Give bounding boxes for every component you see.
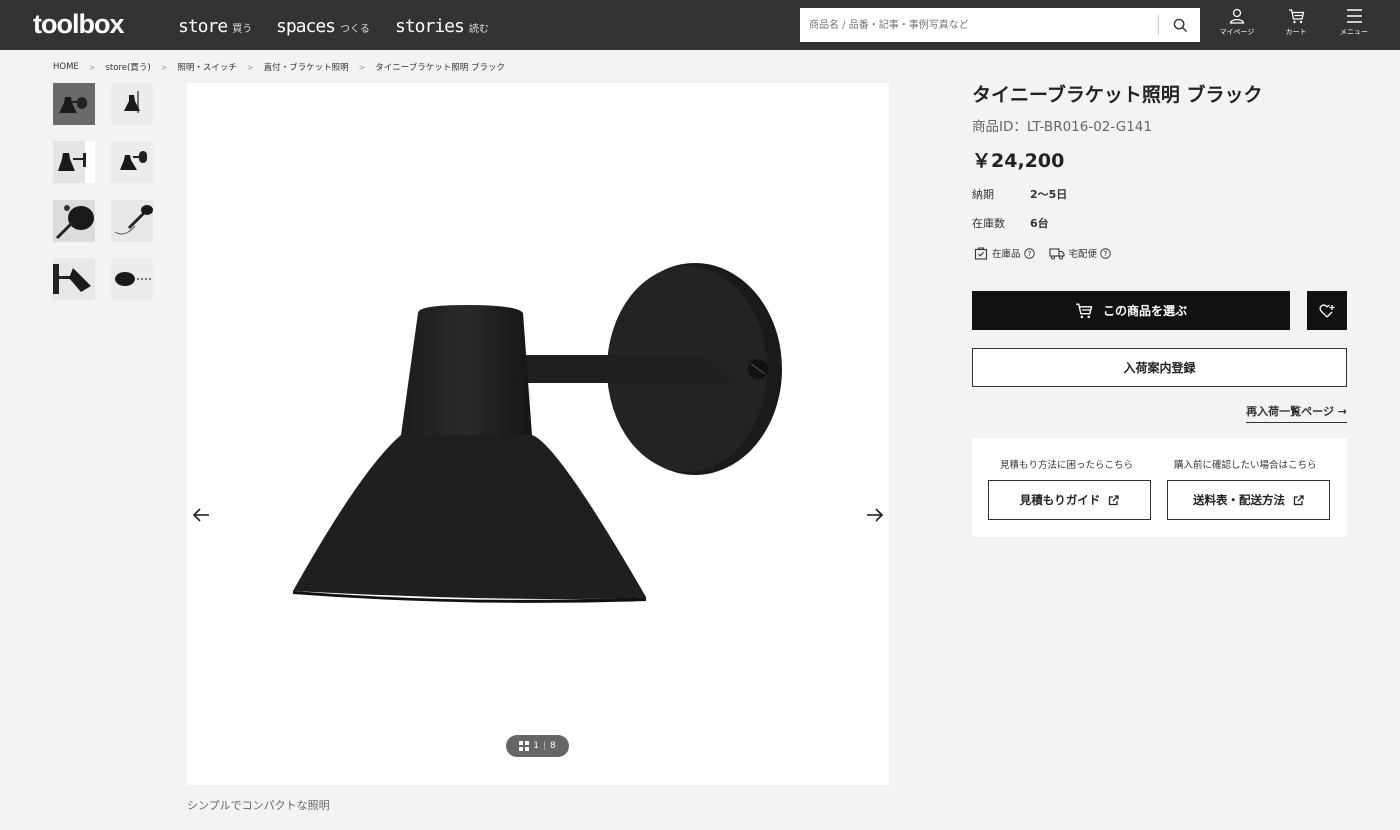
help-icon[interactable]: ?	[1100, 247, 1111, 259]
counter-total: 8	[550, 741, 556, 751]
gallery-thumbnail-2[interactable]	[111, 83, 153, 125]
nav-stories[interactable]: stories 読む	[395, 16, 489, 37]
search-input[interactable]	[800, 8, 1158, 42]
search-button[interactable]	[1160, 8, 1200, 42]
breadcrumb-home[interactable]: HOME	[53, 62, 79, 72]
estimate-guide-label: 見積もりガイド	[1019, 493, 1101, 507]
gallery-thumbnail-5[interactable]	[53, 200, 95, 242]
truck-icon	[1048, 247, 1065, 259]
shipping-guide-label: 送料表・配送方法	[1193, 493, 1285, 507]
chevron-right-icon: >	[88, 62, 96, 72]
breadcrumb-bracket[interactable]: 直付・ブラケット照明	[264, 61, 349, 73]
heart-plus-icon	[1318, 303, 1334, 317]
shipping-guide-note: 購入前に確認したい場合はこちら	[1174, 460, 1317, 471]
mypage-label: マイページ	[1219, 28, 1255, 36]
breadcrumb-store[interactable]: store(買う)	[106, 61, 151, 73]
arrow-right-icon	[867, 508, 884, 522]
breadcrumb-current: タイニーブラケット照明 ブラック	[375, 63, 505, 73]
user-icon	[1229, 8, 1245, 24]
chevron-right-icon: >	[358, 62, 366, 72]
cart-icon	[1288, 9, 1304, 24]
search-divider	[1158, 15, 1159, 35]
badge-delivery-label: 宅配便	[1068, 249, 1098, 260]
spec-delivery-key: 納期	[972, 188, 994, 201]
prev-image-button[interactable]	[189, 503, 213, 527]
spec-delivery: 納期 2〜5日	[972, 186, 1067, 202]
nav-store[interactable]: store 買う	[178, 16, 252, 37]
favorite-button[interactable]	[1307, 291, 1347, 330]
select-product-label: この商品を選ぶ	[1102, 304, 1187, 318]
nav-spaces-label: spaces	[276, 16, 336, 37]
product-id: 商品ID：LT-BR016-02-G141	[972, 119, 1152, 135]
search-icon	[1173, 18, 1187, 32]
external-link-icon	[1293, 494, 1304, 505]
product-photo	[293, 263, 782, 603]
chevron-right-icon: >	[246, 62, 254, 72]
gallery-thumbnail-1[interactable]	[53, 83, 95, 125]
select-product-button[interactable]: この商品を選ぶ	[972, 291, 1290, 330]
breadcrumb: HOME > store(買う) > 照明・スイッチ > 直付・ブラケット照明 …	[53, 61, 505, 73]
shipping-guide-button[interactable]: 送料表・配送方法	[1167, 480, 1330, 520]
gallery-thumbnail-7[interactable]	[53, 258, 95, 300]
logo[interactable]: toolbox	[33, 9, 124, 40]
menu-button[interactable]: メニュー	[1330, 8, 1378, 44]
gallery-thumbnail-4[interactable]	[111, 141, 153, 183]
svg-text:?: ?	[1027, 248, 1031, 257]
guide-box: 見積もり方法に困ったらこちら 購入前に確認したい場合はこちら 見積もりガイド 送…	[972, 438, 1347, 537]
nav-spaces-sub: つくる	[340, 24, 370, 35]
breadcrumb-lighting[interactable]: 照明・スイッチ	[177, 61, 237, 73]
cart-icon	[1076, 303, 1093, 319]
product-badges: 在庫品 ? 宅配便 ?	[974, 246, 1125, 260]
badge-in-stock: 在庫品 ?	[974, 246, 1039, 260]
nav-spaces[interactable]: spaces つくる	[276, 16, 370, 37]
estimate-guide-button[interactable]: 見積もりガイド	[988, 480, 1151, 520]
estimate-guide-note: 見積もり方法に困ったらこちら	[1000, 460, 1134, 471]
nav-stories-label: stories	[395, 16, 465, 37]
spec-stock-value: 6台	[1030, 217, 1049, 230]
svg-text:?: ?	[1104, 248, 1108, 257]
nav-store-label: store	[178, 16, 228, 37]
help-icon[interactable]: ?	[1023, 247, 1035, 259]
badge-in-stock-label: 在庫品	[992, 249, 1021, 260]
counter-current: 1	[533, 741, 539, 751]
nav-store-sub: 買う	[232, 24, 253, 35]
main-product-image: 1 | 8	[187, 83, 889, 785]
spec-stock-key: 在庫数	[972, 217, 1005, 230]
product-title: タイニーブラケット照明 ブラック	[972, 84, 1263, 106]
badge-delivery: 宅配便 ?	[1048, 246, 1116, 260]
menu-icon	[1346, 9, 1362, 23]
menu-label: メニュー	[1340, 28, 1368, 36]
gallery-thumbnail-8[interactable]	[111, 258, 153, 300]
bag-check-icon	[974, 247, 988, 260]
chevron-right-icon: >	[160, 62, 168, 72]
cart-button[interactable]: カート	[1272, 8, 1320, 44]
nav-stories-sub: 読む	[468, 24, 489, 35]
search-box	[800, 8, 1200, 42]
cart-label: カート	[1285, 28, 1307, 36]
image-counter[interactable]: 1 | 8	[506, 735, 569, 757]
next-image-button[interactable]	[863, 503, 887, 527]
gallery-thumbnail-3[interactable]	[53, 141, 95, 183]
grid-icon	[519, 741, 530, 751]
spec-stock: 在庫数 6台	[972, 215, 1049, 231]
external-link-icon	[1109, 494, 1119, 505]
restock-list-link[interactable]: 再入荷一覧ページ →	[1246, 403, 1347, 423]
mypage-button[interactable]: マイページ	[1213, 8, 1261, 44]
image-caption: シンプルでコンパクトな照明	[187, 799, 330, 812]
arrow-left-icon	[192, 508, 209, 522]
site-header: toolbox store 買う spaces つくる stories読む マイペー…	[0, 0, 1400, 50]
spec-delivery-value: 2〜5日	[1030, 188, 1068, 201]
product-price: ￥24,200	[972, 150, 1065, 172]
gallery-thumbnail-6[interactable]	[111, 200, 153, 242]
restock-notify-button[interactable]: 入荷案内登録	[972, 348, 1347, 387]
counter-separator: |	[542, 741, 547, 751]
